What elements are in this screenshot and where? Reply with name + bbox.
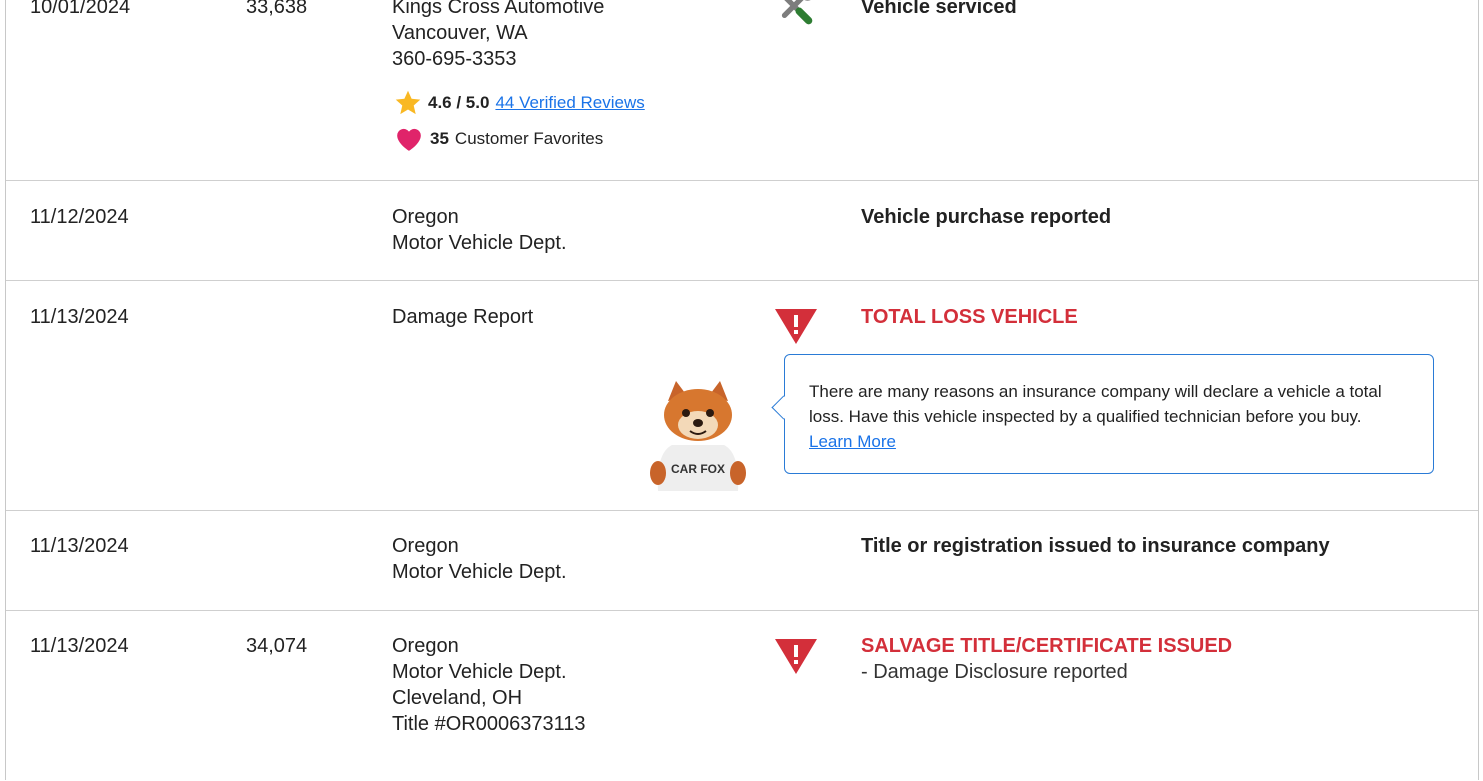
- favorites-count: 35: [430, 129, 449, 148]
- favorites-line: 35 Customer Favorites: [394, 126, 603, 152]
- vehicle-history-table: 10/01/2024 33,638 Kings Cross Automotive…: [5, 0, 1479, 780]
- source-line: Oregon: [392, 635, 459, 657]
- table-row: 11/13/2024 Oregon Motor Vehicle Dept. Ti…: [6, 511, 1478, 611]
- damage-disclosure-note: - Damage Disclosure reported: [861, 661, 1128, 683]
- source-line: Oregon: [392, 535, 459, 557]
- source-line: Motor Vehicle Dept.: [392, 661, 567, 683]
- favorites-label: Customer Favorites: [454, 129, 604, 148]
- table-row: 11/13/2024 Damage Report TOTAL LOSS VEHI…: [6, 281, 1478, 510]
- source-line: Damage Report: [392, 306, 534, 328]
- source-line: Motor Vehicle Dept.: [392, 561, 567, 583]
- warning-triangle-icon: [774, 637, 818, 682]
- source-line: Title #OR0006373113: [392, 713, 586, 735]
- learn-more-link[interactable]: Learn More: [809, 432, 896, 451]
- warning-triangle-icon: [774, 307, 818, 352]
- wrench-screwdriver-icon: [774, 0, 816, 35]
- row-comment: Vehicle purchase reported: [861, 206, 1112, 228]
- row-date: 11/13/2024: [30, 535, 129, 557]
- row-comment: Title or registration issued to insuranc…: [861, 535, 1330, 557]
- rating-line: 4.6 / 5.0 44 Verified Reviews: [394, 89, 645, 117]
- source-line: Vancouver, WA: [392, 22, 528, 44]
- row-source: Damage Report: [392, 304, 533, 330]
- row-comment: TOTAL LOSS VEHICLE: [861, 306, 1078, 328]
- source-line: 360-695-3353: [392, 48, 517, 70]
- row-mileage: 34,074: [246, 635, 308, 657]
- table-row: 11/13/2024 34,074 Oregon Motor Vehicle D…: [6, 611, 1478, 781]
- total-loss-callout: There are many reasons an insurance comp…: [784, 354, 1434, 474]
- row-comment: SALVAGE TITLE/CERTIFICATE ISSUED - Damag…: [861, 633, 1232, 685]
- table-row: 10/01/2024 33,638 Kings Cross Automotive…: [6, 0, 1478, 180]
- car-fox-mascot: CAR FOX: [646, 379, 750, 496]
- mascot-shirt-text: CAR FOX: [671, 462, 725, 476]
- source-line: Motor Vehicle Dept.: [392, 232, 567, 254]
- row-mileage: 33,638: [246, 0, 308, 18]
- verified-reviews-link[interactable]: 44 Verified Reviews: [495, 93, 644, 113]
- heart-icon: [397, 128, 421, 151]
- callout-text: There are many reasons an insurance comp…: [809, 382, 1382, 426]
- source-line: Oregon: [392, 206, 459, 228]
- table-row: 11/12/2024 Oregon Motor Vehicle Dept. Ve…: [6, 181, 1478, 281]
- star-icon: [395, 90, 421, 115]
- row-date: 10/01/2024: [30, 0, 131, 18]
- rating-value: 4.6 / 5.0: [428, 93, 490, 112]
- source-line: Cleveland, OH: [392, 687, 523, 709]
- row-date: 11/13/2024: [30, 306, 129, 328]
- row-comment: Vehicle serviced: [861, 0, 1017, 18]
- row-source: Oregon Motor Vehicle Dept.: [392, 204, 567, 256]
- row-date: 11/13/2024: [30, 635, 129, 657]
- row-source: Kings Cross Automotive Vancouver, WA 360…: [392, 0, 604, 72]
- salvage-title-label: SALVAGE TITLE/CERTIFICATE ISSUED: [861, 635, 1233, 657]
- row-source: Oregon Motor Vehicle Dept.: [392, 533, 567, 585]
- source-line: Kings Cross Automotive: [392, 0, 605, 18]
- row-source: Oregon Motor Vehicle Dept. Cleveland, OH…: [392, 633, 585, 737]
- row-date: 11/12/2024: [30, 206, 129, 228]
